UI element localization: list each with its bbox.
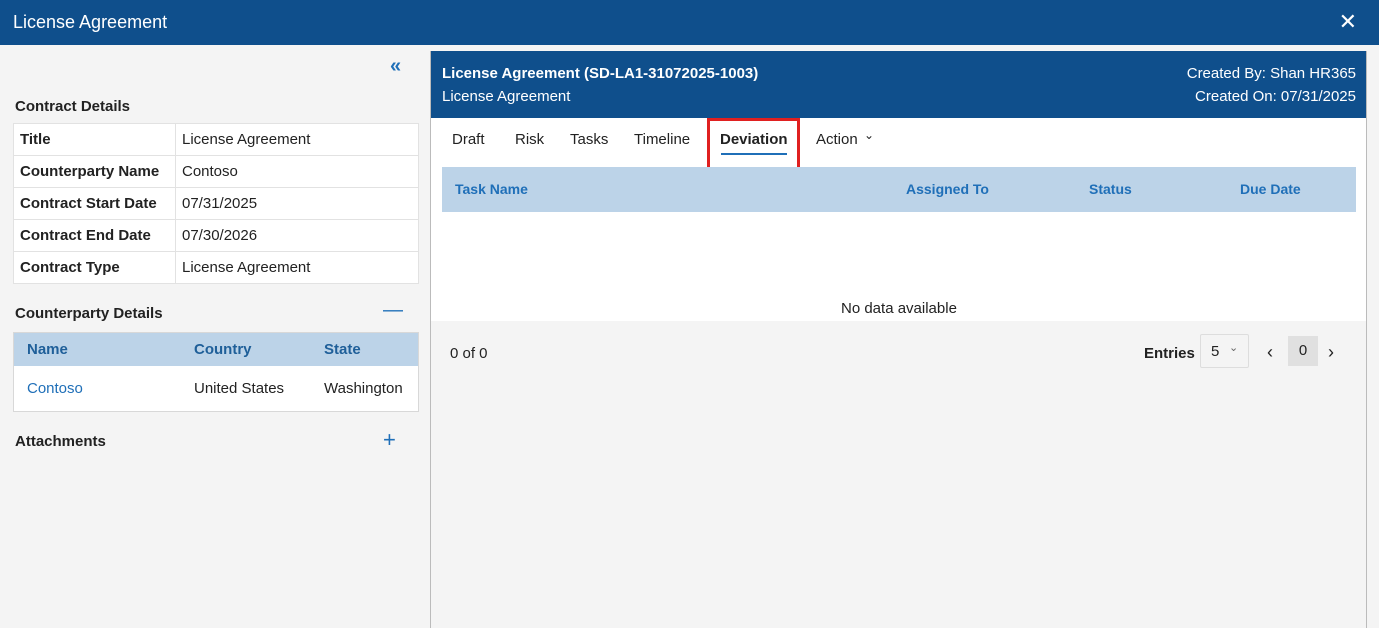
detail-value: Contoso <box>175 155 419 188</box>
counterparty-table: Name Country State Contoso United States… <box>13 332 419 412</box>
state-cell: Washington <box>324 380 403 397</box>
detail-label: Title <box>13 123 176 156</box>
detail-row: Contract Start Date 07/31/2025 <box>13 187 419 220</box>
tab-action[interactable]: Action <box>816 131 858 148</box>
detail-row: Title License Agreement <box>13 123 419 156</box>
table-header: Task Name Assigned To Status Due Date <box>442 167 1356 212</box>
active-tab-underline <box>721 153 787 155</box>
created-by: Created By: Shan HR365 <box>1186 65 1356 82</box>
chevron-down-icon: ⌄ <box>864 128 875 142</box>
col-status: Status <box>1089 181 1132 197</box>
collapse-section-icon[interactable]: — <box>383 299 403 322</box>
col-task-name: Task Name <box>455 181 528 197</box>
right-panel: License Agreement (SD-LA1-31072025-1003)… <box>430 51 1367 628</box>
col-country: Country <box>194 341 252 358</box>
detail-value: 07/31/2025 <box>175 187 419 220</box>
detail-label: Counterparty Name <box>13 155 176 188</box>
record-count: 0 of 0 <box>450 345 488 362</box>
close-icon[interactable]: ✕ <box>1339 9 1357 35</box>
contract-header: License Agreement (SD-LA1-31072025-1003)… <box>431 51 1366 118</box>
detail-label: Contract Start Date <box>13 187 176 220</box>
prev-page-icon[interactable]: ‹ <box>1267 342 1273 363</box>
tab-draft[interactable]: Draft <box>452 131 485 148</box>
detail-value: License Agreement <box>175 251 419 284</box>
detail-row: Contract End Date 07/30/2026 <box>13 219 419 252</box>
detail-value: 07/30/2026 <box>175 219 419 252</box>
window-title: License Agreement <box>13 12 168 32</box>
detail-label: Contract End Date <box>13 219 176 252</box>
tab-deviation[interactable]: Deviation <box>720 131 788 148</box>
left-panel: « Contract Details Title License Agreemen… <box>0 45 430 628</box>
table-row: Contoso United States Washington <box>14 366 418 412</box>
title-bar: License Agreement ✕ <box>0 0 1379 45</box>
collapse-panel-icon[interactable]: « <box>390 55 401 78</box>
empty-message: No data available <box>841 300 957 317</box>
detail-row: Counterparty Name Contoso <box>13 155 419 188</box>
contract-details-heading: Contract Details <box>15 98 131 115</box>
deviation-panel: Draft Risk Tasks Timeline Deviation Acti… <box>431 118 1366 368</box>
counterparty-header: Name Country State <box>14 333 418 366</box>
tab-risk[interactable]: Risk <box>515 131 544 148</box>
col-name: Name <box>27 341 68 358</box>
col-state: State <box>324 341 361 358</box>
current-page[interactable]: 0 <box>1288 336 1318 366</box>
next-page-icon[interactable]: › <box>1328 342 1334 363</box>
contract-details-table: Title License Agreement Counterparty Name… <box>13 123 419 284</box>
contract-title: License Agreement (SD-LA1-31072025-1003) <box>442 65 759 82</box>
col-due-date: Due Date <box>1240 181 1301 197</box>
tab-timeline[interactable]: Timeline <box>634 131 690 148</box>
entries-value: 5 <box>1211 343 1220 360</box>
col-assigned-to: Assigned To <box>906 181 989 197</box>
chevron-down-icon: ⌄ <box>1229 342 1239 354</box>
counterparty-heading: Counterparty Details <box>15 305 163 322</box>
entries-select[interactable]: 5 ⌄ <box>1200 334 1249 368</box>
detail-label: Contract Type <box>13 251 176 284</box>
country-cell: United States <box>194 380 285 397</box>
created-on: Created On: 07/31/2025 <box>1195 88 1356 105</box>
detail-row: Contract Type License Agreement <box>13 251 419 284</box>
add-attachment-icon[interactable]: + <box>383 427 396 453</box>
tab-tasks[interactable]: Tasks <box>570 131 608 148</box>
counterparty-link[interactable]: Contoso <box>27 380 83 397</box>
contract-subtitle: License Agreement <box>442 88 571 105</box>
detail-value: License Agreement <box>175 123 419 156</box>
attachments-heading: Attachments <box>15 433 106 450</box>
entries-label: Entries <box>1144 345 1195 362</box>
